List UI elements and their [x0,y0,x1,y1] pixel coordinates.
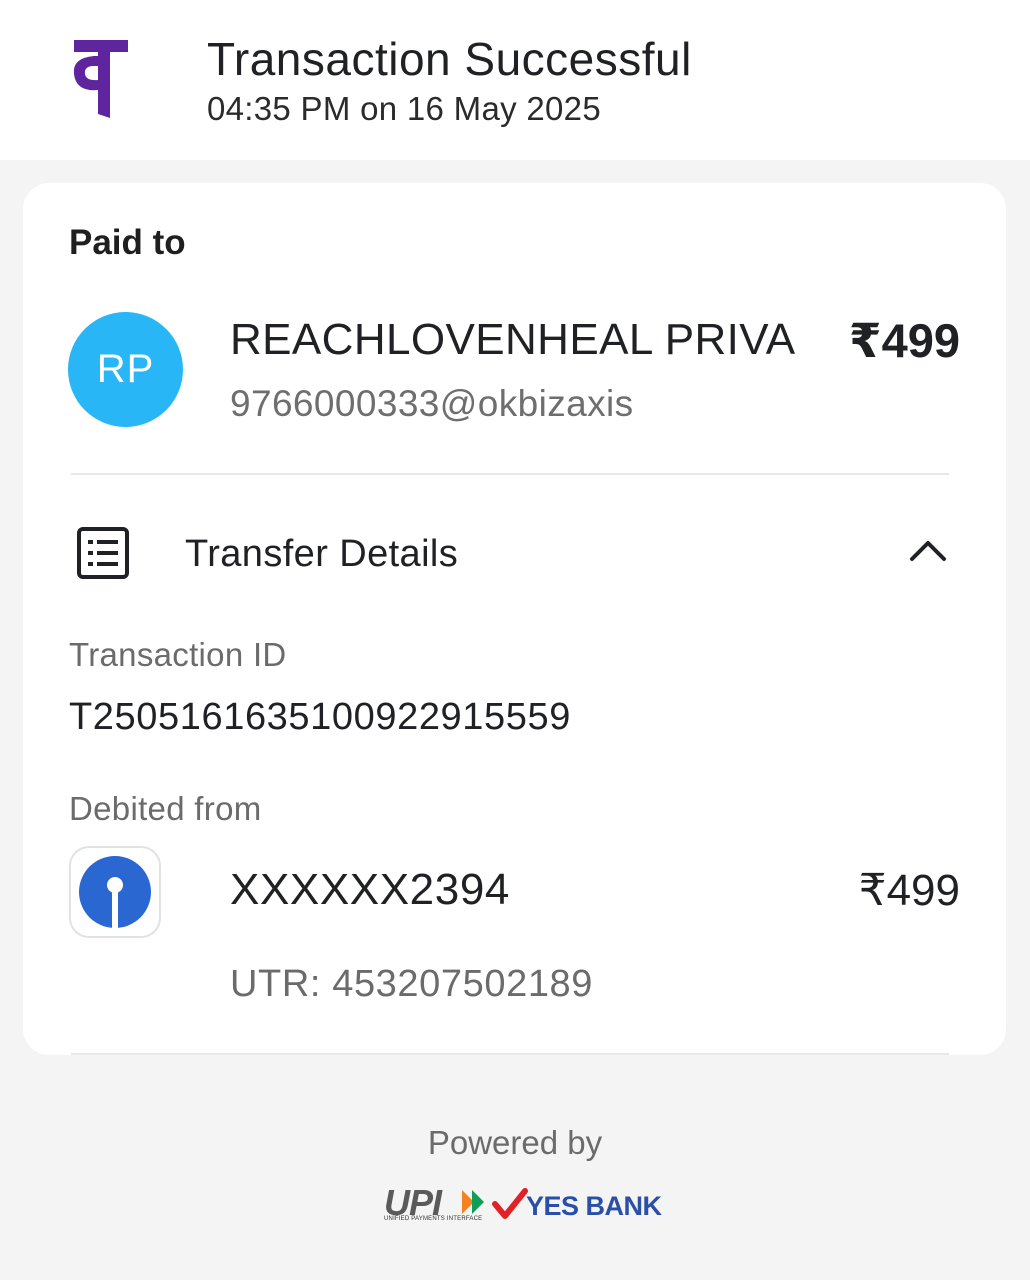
status-title: Transaction Successful [207,33,692,85]
payee-name: REACHLOVENHEAL PRIVA [230,315,796,364]
debit-amount: ₹499 [858,866,960,915]
paid-amount: ₹499 [848,314,960,367]
phonepe-logo-icon [73,40,128,118]
upi-subtitle: UNIFIED PAYMENTS INTERFACE [384,1216,483,1222]
footer-divider [71,1053,949,1055]
chevron-up-icon[interactable] [908,535,948,565]
list-icon [77,527,129,579]
paid-to-label: Paid to [69,223,186,262]
transfer-details-title[interactable]: Transfer Details [185,533,458,576]
partner-logos: UPI UNIFIED PAYMENTS INTERFACE YES BANK [382,1182,662,1228]
yes-bank-tick-icon [492,1188,528,1219]
sbi-logo-icon [69,846,161,938]
transaction-timestamp: 04:35 PM on 16 May 2025 [207,90,601,127]
transaction-card: Paid to RP REACHLOVENHEAL PRIVA ₹499 976… [23,183,1006,1055]
yes-bank-logo: YES BANK [526,1191,662,1221]
transaction-id-value: T2505161635100922915559 [69,696,571,738]
powered-by-label: Powered by [427,1124,603,1161]
upi-arrow-icon [462,1190,484,1214]
divider [71,473,949,475]
payee-upi-id: 9766000333@okbizaxis [230,383,634,424]
transaction-id-label: Transaction ID [69,636,287,673]
debited-from-label: Debited from [69,790,262,827]
utr-number: UTR: 453207502189 [230,963,594,1005]
header: Transaction Successful 04:35 PM on 16 Ma… [0,0,1030,160]
debit-account-number: XXXXXX2394 [230,865,510,914]
payee-avatar: RP [68,312,183,427]
avatar-initials: RP [96,347,155,391]
